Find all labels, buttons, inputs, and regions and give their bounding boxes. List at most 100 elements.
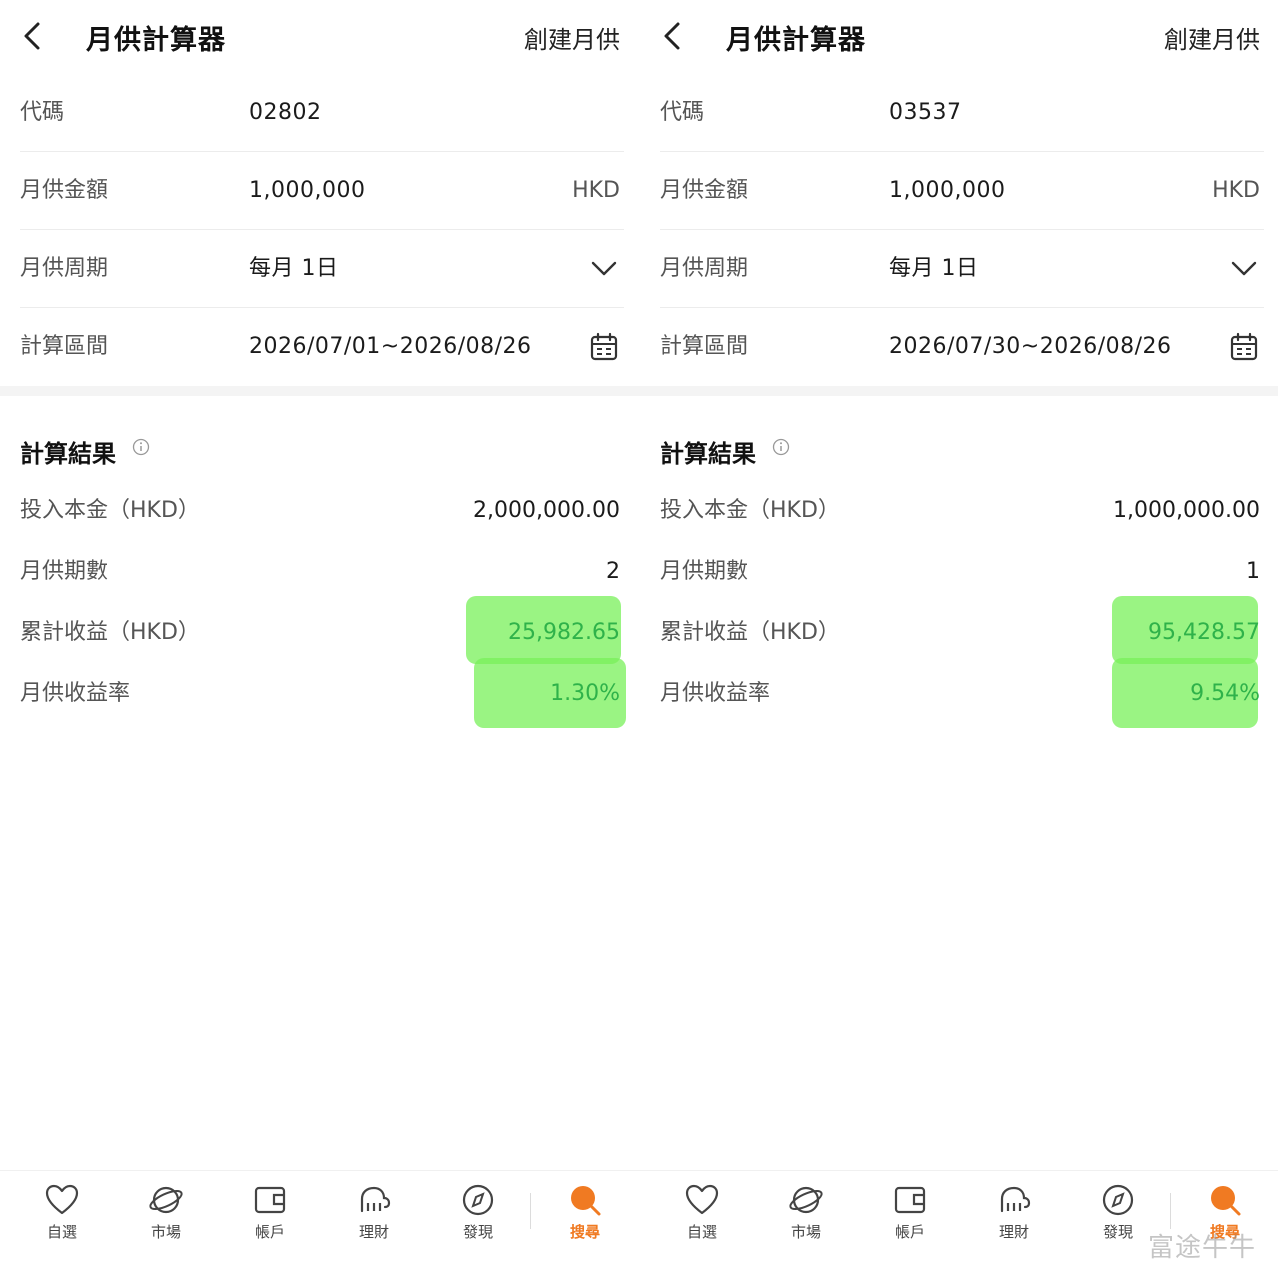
- cycle-row[interactable]: 月供周期 每月 1日: [20, 230, 624, 308]
- cycle-value[interactable]: 每月 1日: [889, 230, 979, 308]
- tab-label: 市場: [150, 1223, 181, 1241]
- info-icon[interactable]: [772, 438, 790, 456]
- calculator-panel-right: 月供計算器 創建月供 代碼 03537 月供金額 1,000,000 HKD 月…: [640, 0, 1278, 1278]
- range-row[interactable]: 計算區間 2026/07/30~2026/08/26: [660, 308, 1264, 386]
- results-header: 計算結果: [20, 396, 620, 490]
- watermark: 富途牛牛: [1147, 1233, 1256, 1263]
- range-value[interactable]: 2026/07/01~2026/08/26: [249, 308, 532, 386]
- principal-value: 2,000,000.00: [473, 498, 620, 523]
- periods-value: 2: [606, 559, 620, 584]
- range-value[interactable]: 2026/07/30~2026/08/26: [889, 308, 1172, 386]
- results-header: 計算結果: [660, 396, 1260, 490]
- tab-account[interactable]: 帳戶: [230, 1183, 310, 1253]
- principal-row: 投入本金（HKD） 2,000,000.00: [20, 490, 620, 551]
- search-icon: [571, 1186, 601, 1216]
- rate-row: 月供收益率 1.30%: [20, 673, 620, 734]
- amount-input[interactable]: 1,000,000: [249, 152, 365, 230]
- principal-label: 投入本金（HKD）: [660, 498, 840, 523]
- code-value[interactable]: 02802: [249, 74, 322, 152]
- header: 月供計算器 創建月供: [640, 0, 1278, 74]
- profit-value: 25,982.65: [508, 620, 620, 645]
- periods-label: 月供期數: [660, 559, 749, 584]
- amount-input[interactable]: 1,000,000: [889, 152, 1005, 230]
- rate-value: 9.54%: [1190, 681, 1260, 706]
- chevron-down-icon[interactable]: [1230, 254, 1258, 282]
- tab-watchlist[interactable]: 自選: [662, 1183, 742, 1253]
- code-row[interactable]: 代碼 02802: [20, 74, 624, 152]
- rate-row: 月供收益率 9.54%: [660, 673, 1260, 734]
- periods-row: 月供期數 1: [660, 551, 1260, 612]
- profit-row: 累計收益（HKD） 25,982.65: [20, 612, 620, 673]
- info-icon[interactable]: [132, 438, 150, 456]
- create-plan-button[interactable]: 創建月供: [1164, 20, 1260, 55]
- currency-unit: HKD: [1212, 178, 1260, 203]
- code-label: 代碼: [660, 100, 705, 125]
- tab-watchlist[interactable]: 自選: [22, 1183, 102, 1253]
- calculator-panel-left: 月供計算器 創建月供 代碼 02802 月供金額 1,000,000 HKD 月…: [0, 0, 640, 1278]
- planet-icon: [149, 1186, 183, 1214]
- wallet-icon: [254, 1186, 286, 1214]
- tab-discover[interactable]: 發現: [438, 1183, 518, 1253]
- cycle-value[interactable]: 每月 1日: [249, 230, 339, 308]
- rate-label: 月供收益率: [660, 681, 771, 706]
- amount-label: 月供金額: [660, 178, 749, 203]
- code-label: 代碼: [20, 100, 65, 125]
- periods-row: 月供期數 2: [20, 551, 620, 612]
- elephant-icon: [1000, 1186, 1031, 1213]
- tab-discover[interactable]: 發現: [1078, 1183, 1158, 1253]
- heart-icon: [45, 1184, 79, 1215]
- calendar-icon[interactable]: [1230, 332, 1258, 362]
- principal-value: 1,000,000.00: [1113, 498, 1260, 523]
- tab-label: 理財: [998, 1223, 1029, 1241]
- tab-label: 理財: [358, 1223, 389, 1241]
- range-label: 計算區間: [20, 334, 109, 359]
- section-divider: [0, 386, 640, 396]
- amount-row[interactable]: 月供金額 1,000,000 HKD: [660, 152, 1264, 230]
- header: 月供計算器 創建月供: [0, 0, 640, 74]
- tab-label: 帳戶: [254, 1223, 285, 1241]
- range-row[interactable]: 計算區間 2026/07/01~2026/08/26: [20, 308, 624, 386]
- back-arrow-icon[interactable]: [658, 18, 688, 54]
- tab-label: 市場: [790, 1223, 821, 1241]
- bottom-tab-bar: 自選 市場 帳戶 理財 發現 搜尋: [0, 1170, 640, 1278]
- cycle-row[interactable]: 月供周期 每月 1日: [660, 230, 1264, 308]
- page-title: 月供計算器: [86, 25, 226, 56]
- results-title: 計算結果: [20, 440, 116, 468]
- periods-value: 1: [1246, 559, 1260, 584]
- section-divider: [640, 386, 1278, 396]
- profit-value: 95,428.57: [1148, 620, 1260, 645]
- page-title: 月供計算器: [726, 25, 866, 56]
- rate-value: 1.30%: [550, 681, 620, 706]
- results-section: 計算結果 投入本金（HKD） 1,000,000.00 月供期數 1 累計收益（…: [640, 396, 1278, 734]
- elephant-icon: [360, 1186, 391, 1213]
- amount-label: 月供金額: [20, 178, 109, 203]
- code-value[interactable]: 03537: [889, 74, 962, 152]
- tab-wealth[interactable]: 理財: [974, 1183, 1054, 1253]
- form: 代碼 02802 月供金額 1,000,000 HKD 月供周期 每月 1日 計…: [0, 74, 640, 386]
- profit-row: 累計收益（HKD） 95,428.57: [660, 612, 1260, 673]
- code-row[interactable]: 代碼 03537: [660, 74, 1264, 152]
- range-label: 計算區間: [660, 334, 749, 359]
- principal-label: 投入本金（HKD）: [20, 498, 200, 523]
- currency-unit: HKD: [572, 178, 620, 203]
- wallet-icon: [894, 1186, 926, 1214]
- tab-account[interactable]: 帳戶: [870, 1183, 950, 1253]
- results-section: 計算結果 投入本金（HKD） 2,000,000.00 月供期數 2 累計收益（…: [0, 396, 640, 734]
- chevron-down-icon[interactable]: [590, 254, 618, 282]
- periods-label: 月供期數: [20, 559, 109, 584]
- tab-market[interactable]: 市場: [766, 1183, 846, 1253]
- tab-market[interactable]: 市場: [126, 1183, 206, 1253]
- tab-divider: [1170, 1193, 1171, 1229]
- tab-search[interactable]: 搜尋: [545, 1183, 625, 1253]
- create-plan-button[interactable]: 創建月供: [524, 20, 620, 55]
- tab-label: 自選: [686, 1223, 717, 1241]
- rate-label: 月供收益率: [20, 681, 131, 706]
- principal-row: 投入本金（HKD） 1,000,000.00: [660, 490, 1260, 551]
- amount-row[interactable]: 月供金額 1,000,000 HKD: [20, 152, 624, 230]
- cycle-label: 月供周期: [660, 256, 749, 281]
- back-arrow-icon[interactable]: [18, 18, 48, 54]
- tab-wealth[interactable]: 理財: [334, 1183, 414, 1253]
- results-title: 計算結果: [660, 440, 756, 468]
- cycle-label: 月供周期: [20, 256, 109, 281]
- calendar-icon[interactable]: [590, 332, 618, 362]
